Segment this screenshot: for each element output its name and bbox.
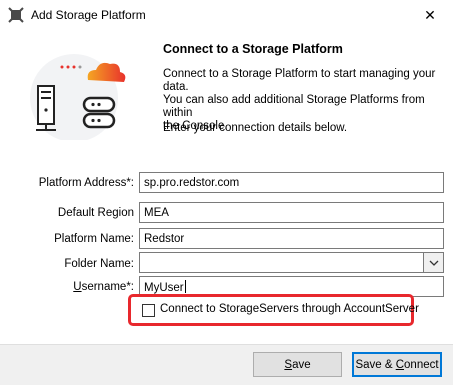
default-region-input[interactable]: MEA bbox=[139, 202, 444, 223]
add-storage-platform-dialog: Add Storage Platform ✕ Connect to a Stor… bbox=[0, 0, 453, 385]
account-server-checkbox[interactable] bbox=[142, 304, 155, 317]
app-icon bbox=[8, 7, 24, 23]
account-server-checkbox-label[interactable]: Connect to StorageServers through Accoun… bbox=[160, 303, 419, 315]
storage-illustration bbox=[30, 54, 126, 140]
platform-address-input[interactable]: sp.pro.redstor.com bbox=[139, 172, 444, 193]
close-button[interactable]: ✕ bbox=[407, 0, 453, 30]
instruction-text: Enter your connection details below. bbox=[163, 122, 348, 134]
username-value: MyUser bbox=[144, 282, 184, 294]
folder-name-label: Folder Name: bbox=[64, 258, 134, 270]
close-icon: ✕ bbox=[424, 6, 436, 23]
dialog-heading: Connect to a Storage Platform bbox=[163, 42, 343, 56]
save-button[interactable]: Save bbox=[253, 352, 342, 377]
platform-name-input[interactable]: Redstor bbox=[139, 228, 444, 249]
window-title: Add Storage Platform bbox=[31, 8, 146, 22]
platform-address-label: Platform Address*: bbox=[38, 177, 134, 189]
folder-name-select[interactable] bbox=[139, 252, 444, 273]
text-caret bbox=[184, 280, 186, 293]
title-bar: Add Storage Platform ✕ bbox=[0, 0, 453, 30]
chevron-down-icon bbox=[429, 260, 438, 266]
save-and-connect-button[interactable]: Save & Connect bbox=[352, 352, 442, 377]
default-region-label: Default Region bbox=[57, 207, 134, 219]
folder-name-dropdown-button[interactable] bbox=[423, 253, 443, 272]
username-label: Username*: bbox=[73, 281, 134, 293]
platform-name-label: Platform Name: bbox=[54, 233, 134, 245]
